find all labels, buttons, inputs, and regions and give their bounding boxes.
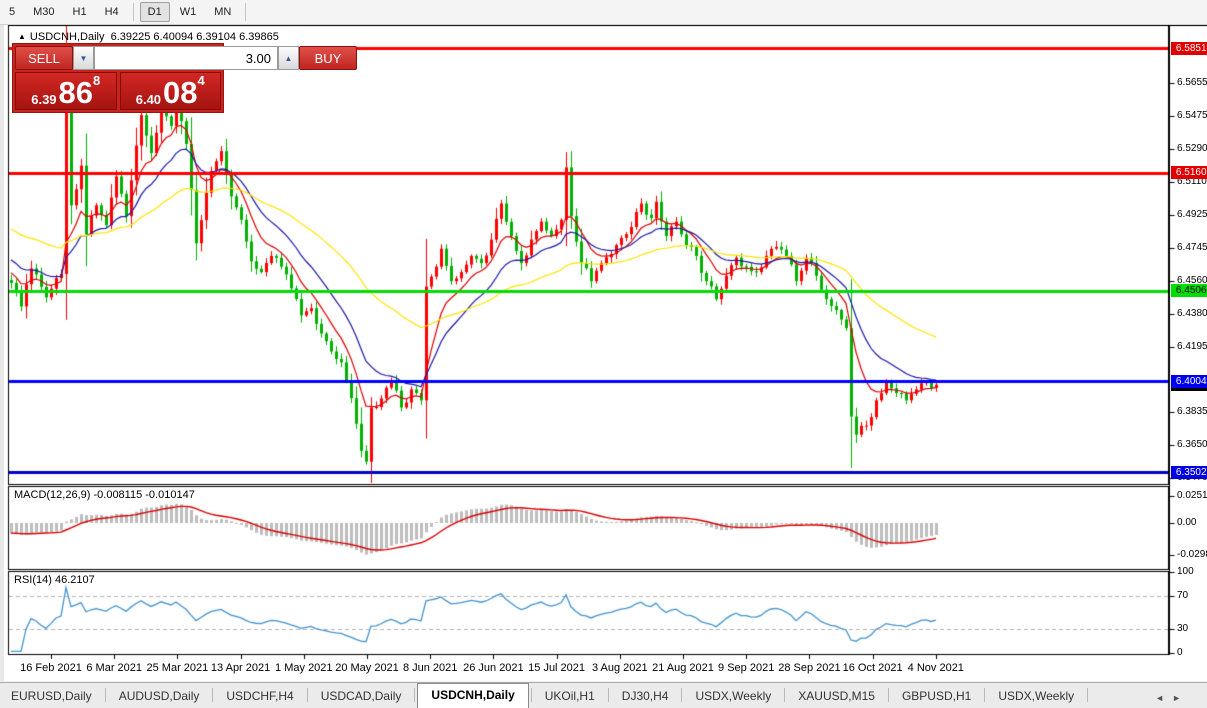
sell-price-base: 6.39: [31, 92, 56, 107]
chart-tab[interactable]: USDX,Weekly: [684, 685, 782, 708]
price-level-badge: 6.45060: [1171, 284, 1207, 297]
chart-tab-bar: EURUSD,DailyAUDUSD,DailyUSDCHF,H4 USDCAD,…: [0, 682, 1207, 708]
rsi-tick-label: 30: [1177, 623, 1188, 634]
tab-separator: [414, 688, 415, 702]
price-tick-label: 6.52900: [1177, 143, 1207, 154]
date-tick-label: 28 Sep 2021: [778, 662, 840, 674]
date-tick-label: 3 Aug 2021: [592, 662, 648, 674]
chart-window: ▲ USDCNH,Daily 6.39225 6.40094 6.39104 6.…: [0, 25, 1207, 681]
toolbar-separator: [133, 3, 134, 21]
lots-decrease-button[interactable]: ▼: [73, 46, 94, 70]
timeframe-button-d1[interactable]: D1: [140, 2, 170, 22]
timeframe-button-h4[interactable]: H4: [97, 2, 127, 22]
macd-tick-label: -0.02988: [1177, 549, 1207, 560]
timeframe-button-h1[interactable]: H1: [65, 2, 95, 22]
price-tick-label: 6.56550: [1177, 77, 1207, 88]
price-level-badge: 6.40042: [1171, 375, 1207, 388]
rsi-tick-label: 70: [1177, 590, 1188, 601]
chart-tab[interactable]: USDCAD,Daily: [310, 685, 413, 708]
rsi-value: 46.2107: [55, 574, 95, 586]
rsi-tick-label: 0: [1177, 647, 1183, 658]
price-level-badge: 6.51605: [1171, 166, 1207, 179]
timeframe-toolbar: 5M30H1H4 D1W1MN: [0, 0, 1207, 25]
macd-values: -0.008115 -0.010147: [93, 489, 194, 501]
tab-separator: [608, 688, 609, 702]
date-tick-label: 20 May 2021: [335, 662, 399, 674]
lots-increase-button[interactable]: ▲: [278, 46, 299, 70]
chart-tab[interactable]: GBPUSD,H1: [891, 685, 982, 708]
tabs-scroll-right-icon[interactable]: ►: [1172, 693, 1189, 703]
rsi-label: RSI(14) 46.2107: [14, 574, 95, 586]
macd-tick-label: 0.00: [1177, 517, 1196, 528]
chart-tab[interactable]: XAUUSD,M15: [787, 685, 886, 708]
timeframe-button-w1[interactable]: W1: [172, 2, 205, 22]
buy-price-base: 6.40: [136, 92, 161, 107]
symbol-name: USDCNH,Daily: [30, 31, 105, 43]
price-tick-label: 6.49250: [1177, 209, 1207, 220]
chart-tab[interactable]: EURUSD,Daily: [0, 685, 103, 708]
tab-separator: [784, 688, 785, 702]
date-tick-label: 21 Aug 2021: [652, 662, 714, 674]
tab-separator: [531, 688, 532, 702]
tab-separator: [307, 688, 308, 702]
macd-label: MACD(12,26,9) -0.008115 -0.010147: [14, 489, 195, 501]
price-level-badge: 6.58514: [1171, 42, 1207, 55]
sell-button[interactable]: SELL: [15, 46, 73, 70]
price-tick-label: 6.38350: [1177, 406, 1207, 417]
date-tick-label: 8 Jun 2021: [403, 662, 457, 674]
tab-separator: [105, 688, 106, 702]
sell-price-pips: 86: [59, 79, 93, 107]
tab-separator: [681, 688, 682, 702]
tabs-scroll-left-icon[interactable]: ◄: [1155, 693, 1172, 703]
chart-tab[interactable]: AUDUSD,Daily: [108, 685, 211, 708]
tab-separator: [212, 688, 213, 702]
chart-tab[interactable]: UKOil,H1: [534, 685, 606, 708]
buy-button[interactable]: BUY: [299, 46, 357, 70]
price-level-badge: 6.35025: [1171, 466, 1207, 479]
price-tick-label: 6.47450: [1177, 242, 1207, 253]
sell-quote-panel[interactable]: 6.39 86 8: [15, 72, 117, 110]
ohlc-values: 6.39225 6.40094 6.39104 6.39865: [111, 31, 279, 43]
lots-input[interactable]: [94, 46, 278, 70]
rsi-tick-label: 100: [1177, 566, 1194, 577]
date-tick-label: 16 Feb 2021: [20, 662, 82, 674]
sell-price-point: 8: [93, 74, 100, 87]
chart-tab[interactable]: USDCNH,Daily: [417, 683, 528, 708]
buy-price-point: 4: [198, 74, 205, 87]
collapse-triangle-icon[interactable]: ▲: [18, 32, 26, 41]
date-tick-label: 1 May 2021: [275, 662, 332, 674]
price-tick-label: 6.36500: [1177, 439, 1207, 450]
date-tick-label: 13 Apr 2021: [211, 662, 270, 674]
one-click-trade-widget: SELL ▼ ▲ BUY 6.39 86 8 6.40 08 4: [12, 43, 224, 113]
date-tick-label: 9 Sep 2021: [718, 662, 774, 674]
date-tick-label: 16 Oct 2021: [843, 662, 903, 674]
timeframe-button-mn[interactable]: MN: [206, 2, 239, 22]
chart-tab[interactable]: DJ30,H4: [611, 685, 680, 708]
date-tick-label: 25 Mar 2021: [147, 662, 209, 674]
buy-quote-panel[interactable]: 6.40 08 4: [120, 72, 222, 110]
buy-price-pips: 08: [163, 79, 197, 107]
price-tick-label: 6.54750: [1177, 110, 1207, 121]
macd-tick-label: 0.025108: [1177, 490, 1207, 501]
chart-tab[interactable]: USDX,Weekly: [987, 685, 1085, 708]
timeframe-button-m30[interactable]: M30: [25, 2, 62, 22]
date-tick-label: 4 Nov 2021: [908, 662, 964, 674]
date-tick-label: 6 Mar 2021: [86, 662, 142, 674]
date-tick-label: 15 Jul 2021: [528, 662, 585, 674]
chart-title: ▲ USDCNH,Daily 6.39225 6.40094 6.39104 6.…: [18, 31, 279, 43]
price-tick-label: 6.43800: [1177, 308, 1207, 319]
price-chart-canvas[interactable]: [4, 25, 1207, 681]
tab-separator: [984, 688, 985, 702]
timeframe-button-5[interactable]: 5: [1, 2, 23, 22]
toolbar-separator: [245, 3, 246, 21]
tab-separator: [1087, 688, 1088, 702]
price-tick-label: 6.41950: [1177, 341, 1207, 352]
date-tick-label: 26 Jun 2021: [463, 662, 524, 674]
tab-separator: [888, 688, 889, 702]
chart-tab[interactable]: USDCHF,H4: [215, 685, 304, 708]
